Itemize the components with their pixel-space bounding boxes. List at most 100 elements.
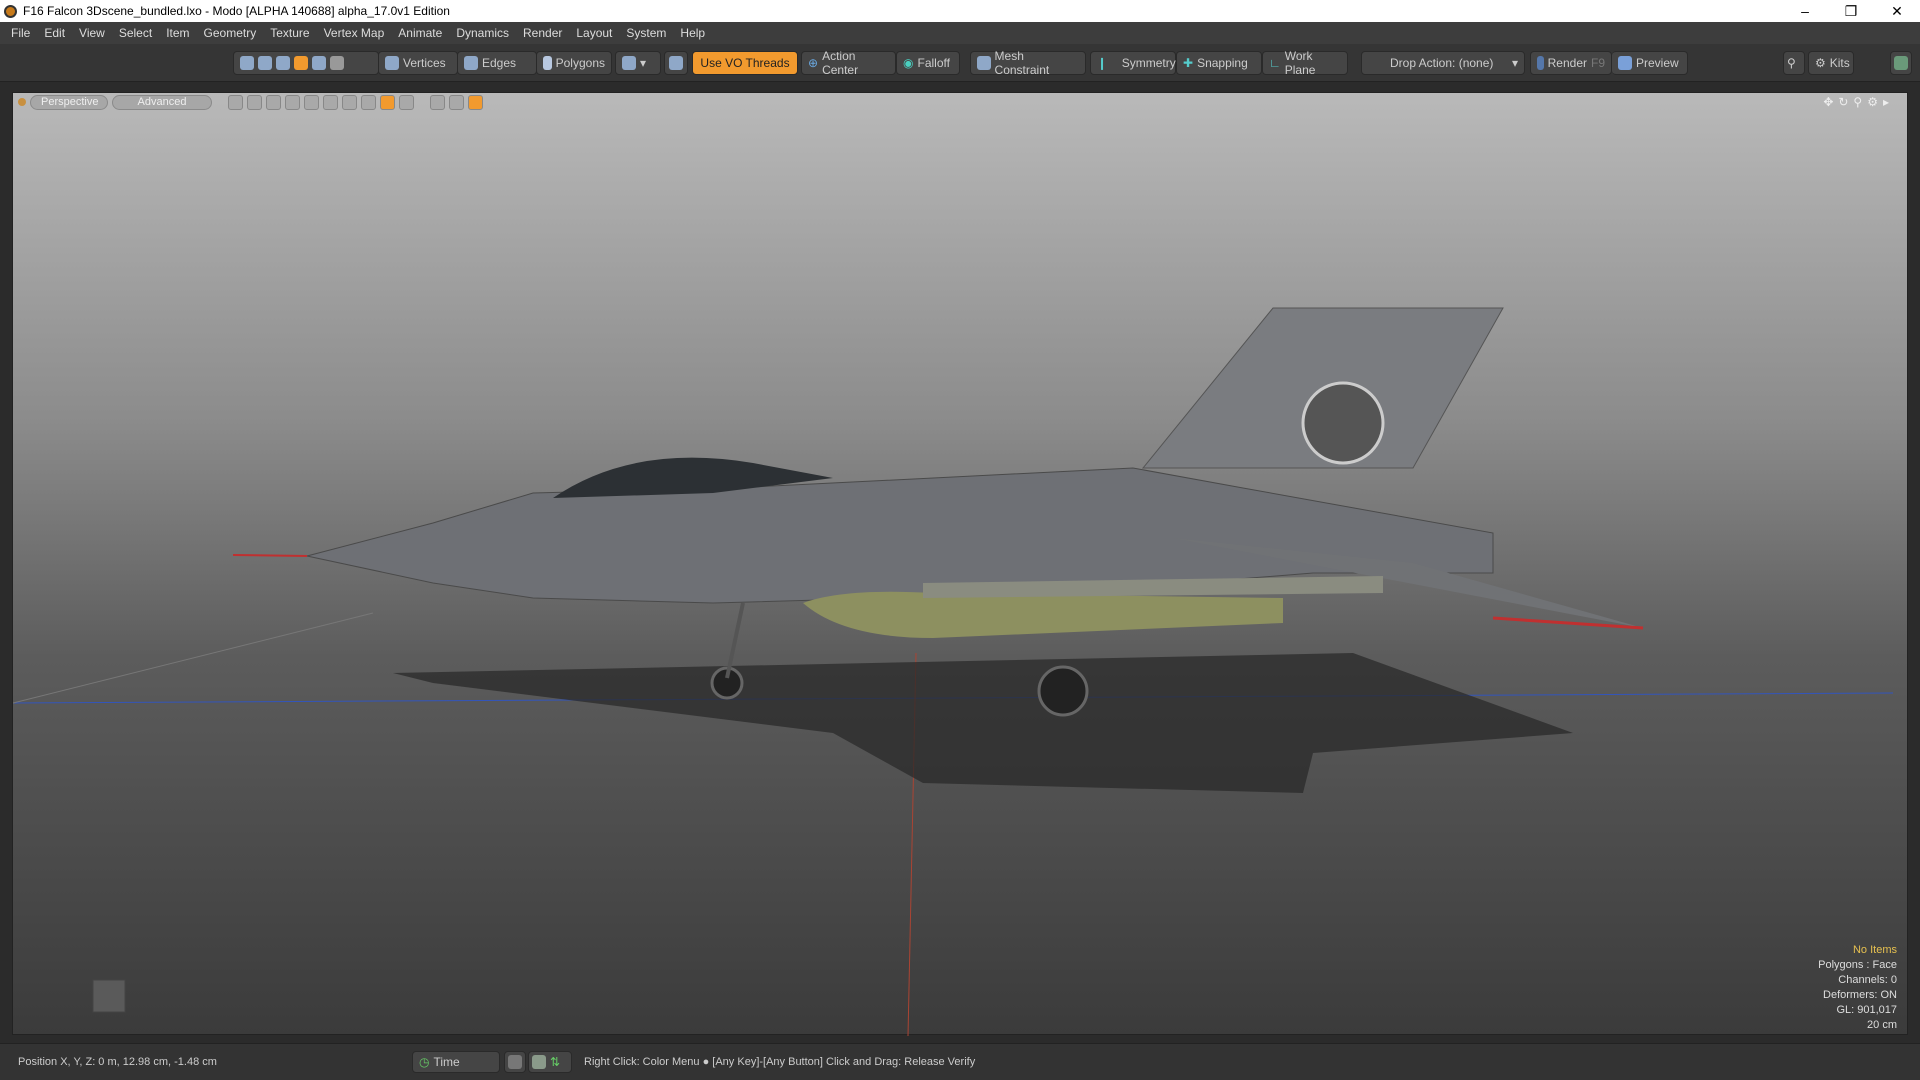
viewport-menu-dot[interactable] bbox=[18, 98, 26, 106]
render-button[interactable]: Render F9 bbox=[1530, 51, 1612, 75]
menu-dynamics[interactable]: Dynamics bbox=[449, 26, 516, 40]
symmetry-button[interactable]: ❙ Symmetry bbox=[1090, 51, 1176, 75]
menu-file[interactable]: File bbox=[4, 26, 37, 40]
modo-logo-icon bbox=[4, 4, 17, 18]
layout-icon bbox=[1894, 56, 1908, 70]
channels-info: Channels: 0 bbox=[1838, 974, 1897, 986]
clock-icon: ◷ bbox=[419, 1055, 430, 1069]
viewport-option-icon[interactable] bbox=[361, 94, 376, 110]
viewport-option-icon[interactable] bbox=[399, 94, 414, 110]
expand-icon: ⇅ bbox=[550, 1055, 561, 1069]
menu-bar: File Edit View Select Item Geometry Text… bbox=[0, 22, 1920, 44]
action-center-button[interactable]: ⊕ Action Center bbox=[801, 49, 896, 77]
tail-insignia bbox=[1301, 381, 1385, 465]
search-button[interactable]: ⚲ bbox=[1783, 51, 1805, 75]
viewport-option-icon[interactable] bbox=[380, 94, 395, 110]
symmetry-icon: ❙ bbox=[1097, 56, 1108, 70]
auto-select-icon bbox=[669, 56, 683, 70]
menu-geometry[interactable]: Geometry bbox=[197, 26, 264, 40]
select-icon[interactable] bbox=[258, 56, 272, 70]
menu-view[interactable]: View bbox=[72, 26, 112, 40]
use-vo-threads-button[interactable]: Use VO Threads bbox=[692, 51, 798, 75]
preview-button[interactable]: Preview bbox=[1612, 51, 1688, 75]
grid-line bbox=[13, 612, 374, 704]
menu-system[interactable]: System bbox=[619, 26, 673, 40]
mesh-constraint-button[interactable]: Mesh Constraint bbox=[970, 49, 1086, 77]
viewport-option-icon[interactable] bbox=[247, 94, 262, 110]
scale-info: 20 cm bbox=[1867, 1019, 1897, 1031]
skeleton-icon[interactable] bbox=[240, 56, 254, 70]
viewport-header: Perspective Advanced ✥↻⚲⚙▸ bbox=[12, 92, 1908, 112]
menu-help[interactable]: Help bbox=[673, 26, 712, 40]
menu-texture[interactable]: Texture bbox=[263, 26, 316, 40]
vertices-icon bbox=[385, 56, 399, 70]
shield-icon[interactable] bbox=[312, 56, 326, 70]
menu-render[interactable]: Render bbox=[516, 26, 569, 40]
minimize-button[interactable]: – bbox=[1782, 0, 1828, 22]
window-icon bbox=[508, 1055, 522, 1069]
axis-gizmo bbox=[92, 979, 126, 1013]
auto-select-button[interactable] bbox=[664, 51, 688, 75]
status-bar: Position X, Y, Z: 0 m, 12.98 cm, -1.48 c… bbox=[0, 1043, 1920, 1080]
viewport-option-icon[interactable] bbox=[342, 94, 357, 110]
timeline-toggle-button[interactable]: ⇅ bbox=[528, 1051, 572, 1073]
viewport-option-icon[interactable] bbox=[266, 94, 281, 110]
element-mode-dropdown[interactable]: ▾ bbox=[615, 51, 661, 75]
chevron-down-icon: ▾ bbox=[1511, 56, 1518, 70]
3d-viewport[interactable]: No Items Polygons : Face Channels: 0 Def… bbox=[12, 92, 1908, 1036]
lasso-icon[interactable] bbox=[294, 56, 308, 70]
falloff-button[interactable]: ◉ Falloff bbox=[896, 51, 960, 75]
edges-button[interactable]: Edges bbox=[457, 51, 537, 75]
perspective-button[interactable]: Perspective bbox=[30, 94, 108, 110]
menu-layout[interactable]: Layout bbox=[569, 26, 619, 40]
snapping-button[interactable]: ✚ Snapping bbox=[1176, 51, 1262, 75]
vertices-button[interactable]: Vertices bbox=[378, 51, 458, 75]
close-button[interactable]: ✕ bbox=[1874, 0, 1920, 22]
search-icon: ⚲ bbox=[1787, 56, 1796, 70]
selection-tools-group[interactable] bbox=[233, 51, 379, 75]
menu-edit[interactable]: Edit bbox=[37, 26, 72, 40]
material-icon[interactable] bbox=[330, 56, 344, 70]
gl-info: GL: 901,017 bbox=[1836, 1004, 1897, 1016]
restore-button[interactable]: ❐ bbox=[1828, 0, 1874, 22]
preview-icon bbox=[1618, 56, 1632, 70]
gear-icon: ⚙ bbox=[1815, 56, 1826, 70]
layout-toggle-button[interactable] bbox=[1890, 51, 1912, 75]
viewport-option-icon[interactable] bbox=[430, 94, 445, 110]
items-icon[interactable] bbox=[276, 56, 290, 70]
menu-vertex-map[interactable]: Vertex Map bbox=[317, 26, 392, 40]
viewport-option-icon[interactable] bbox=[449, 94, 464, 110]
toolbar: Vertices Edges Polygons ▾ Use VO Threads… bbox=[0, 44, 1920, 82]
viewport-option-icon[interactable] bbox=[323, 94, 338, 110]
drop-action-dropdown[interactable]: Drop Action: (none) ▾ bbox=[1361, 51, 1525, 75]
menu-item[interactable]: Item bbox=[159, 26, 196, 40]
kits-button[interactable]: ⚙ Kits bbox=[1808, 51, 1854, 75]
status-hint: Right Click: Color Menu ● [Any Key]-[Any… bbox=[584, 1056, 976, 1068]
position-readout: Position X, Y, Z: 0 m, 12.98 cm, -1.48 c… bbox=[18, 1056, 217, 1068]
pitot-tube bbox=[232, 554, 308, 557]
element-icon bbox=[622, 56, 636, 70]
polygons-button[interactable]: Polygons bbox=[536, 51, 612, 75]
polygons-icon bbox=[543, 56, 552, 70]
main-wheel bbox=[1037, 665, 1089, 717]
window-title: F16 Falcon 3Dscene_bundled.lxo - Modo [A… bbox=[23, 4, 450, 18]
viewport-option-icon[interactable] bbox=[228, 94, 243, 110]
edges-icon bbox=[464, 56, 478, 70]
work-plane-button[interactable]: ∟ Work Plane bbox=[1262, 49, 1348, 77]
viewport-navigation-icons[interactable]: ✥↻⚲⚙▸ bbox=[1823, 95, 1894, 109]
menu-select[interactable]: Select bbox=[112, 26, 159, 40]
viewport-option-icon[interactable] bbox=[304, 94, 319, 110]
viewport-option-icon[interactable] bbox=[468, 94, 483, 110]
timeline-icon bbox=[532, 1055, 546, 1069]
aircraft-shadow bbox=[393, 653, 1573, 793]
time-button[interactable]: ◷ Time bbox=[412, 1051, 500, 1073]
viewport-option-icon[interactable] bbox=[285, 94, 300, 110]
snapping-icon: ✚ bbox=[1183, 56, 1194, 70]
layout-button[interactable] bbox=[504, 1051, 526, 1073]
render-icon bbox=[1537, 56, 1544, 70]
shading-button[interactable]: Advanced bbox=[112, 94, 212, 110]
viewport-info: No Items Polygons : Face Channels: 0 Def… bbox=[1818, 943, 1897, 1033]
crosshair-icon: ⊕ bbox=[808, 56, 819, 70]
chevron-down-icon: ▾ bbox=[640, 56, 647, 70]
menu-animate[interactable]: Animate bbox=[391, 26, 449, 40]
